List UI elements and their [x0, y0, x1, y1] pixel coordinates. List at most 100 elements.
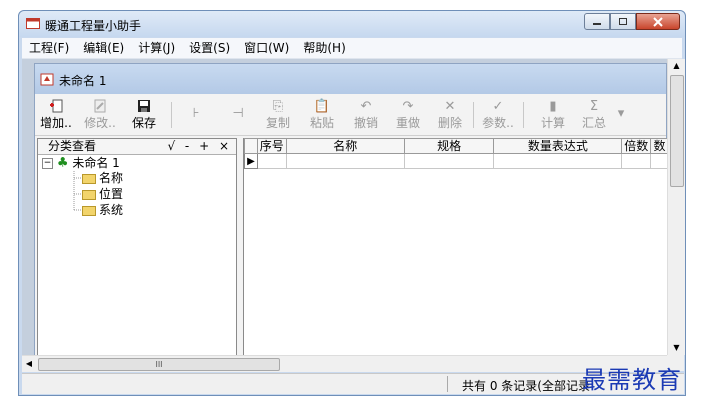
row-indicator-header	[244, 138, 258, 154]
params-label: 参数..	[482, 116, 514, 130]
tree-node-label: 位置	[99, 187, 124, 201]
col-count[interactable]: 数	[650, 138, 669, 154]
tree-node-location[interactable]: 位置	[82, 187, 123, 201]
document-window: 未命名 1 增加.. 修改.. 保存 ⊦ ⊣ ⎘ 复制 📋 粘贴 ↶ 撤销 ↷ …	[34, 63, 669, 371]
hscroll-thumb[interactable]: III	[38, 358, 280, 371]
menu-settings[interactable]: 设置(S)	[182, 38, 237, 58]
grid-cell[interactable]	[403, 153, 495, 169]
document-title: 未命名 1	[59, 74, 107, 88]
calculator-icon: ▮	[549, 99, 557, 114]
records-grid: 序号 名称 规格 数量表达式 倍数 数 ▶	[243, 138, 669, 368]
copy-label: 复制	[265, 116, 290, 130]
maximize-icon	[619, 18, 627, 25]
tree-node-system[interactable]: 系统	[82, 203, 123, 217]
delete-button[interactable]: ✕ 删除	[433, 98, 467, 132]
move-last-button[interactable]: ⊣	[221, 105, 255, 139]
maximize-button[interactable]	[610, 13, 636, 30]
close-icon	[653, 16, 663, 27]
save-icon	[127, 98, 161, 116]
redo-button[interactable]: ↷ 重做	[391, 98, 425, 132]
col-name[interactable]: 名称	[285, 138, 406, 154]
menu-calculate[interactable]: 计算(J)	[131, 38, 182, 58]
add-record-icon	[39, 98, 73, 116]
tree-root-label: 未命名 1	[72, 156, 120, 170]
chevron-down-icon: ▾	[617, 106, 625, 121]
col-seq[interactable]: 序号	[256, 138, 287, 154]
vertical-scrollbar[interactable]: ▲ ▼	[667, 59, 685, 355]
col-quantity-expr[interactable]: 数量表达式	[493, 138, 623, 154]
redo-label: 重做	[395, 116, 420, 130]
add-label: 增加..	[40, 116, 72, 130]
grid-cell[interactable]	[256, 153, 287, 169]
delete-label: 删除	[437, 116, 462, 130]
folder-icon	[82, 205, 96, 216]
menu-project[interactable]: 工程(F)	[22, 38, 76, 58]
toolbar: 增加.. 修改.. 保存 ⊦ ⊣ ⎘ 复制 📋 粘贴 ↶ 撤销 ↷ 重做 ✕ 删…	[35, 95, 666, 136]
grid-cell[interactable]	[621, 153, 652, 169]
scroll-down-icon[interactable]: ▼	[668, 341, 685, 355]
params-button[interactable]: ✓ 参数..	[481, 98, 515, 132]
spellcheck-icon: ✓	[492, 99, 504, 114]
total-button[interactable]: Σ 汇总	[577, 98, 611, 132]
tree-panel-header: 分类查看 √ - + ×	[38, 139, 236, 155]
toolbar-separator	[523, 102, 524, 128]
calc-label: 计算	[540, 116, 565, 130]
redo-icon: ↷	[402, 99, 414, 114]
status-separator	[447, 376, 448, 392]
move-first-icon: ⊦	[192, 106, 200, 121]
undo-button[interactable]: ↶ 撤销	[349, 98, 383, 132]
grid-header-row: 序号 名称 规格 数量表达式 倍数 数	[244, 138, 669, 154]
tree-node-label: 系统	[99, 203, 124, 217]
tree-root-node[interactable]: − ♣ 未命名 1	[42, 156, 120, 171]
title-bar: 暖通工程量小助手	[19, 11, 685, 37]
app-icon	[26, 18, 40, 29]
menu-edit[interactable]: 编辑(E)	[76, 38, 131, 58]
grid-cell[interactable]	[650, 153, 669, 169]
copy-button[interactable]: ⎘ 复制	[261, 98, 295, 132]
tree-panel-title: 分类查看	[48, 139, 97, 153]
toolbar-separator	[171, 102, 172, 128]
folder-icon	[82, 173, 96, 184]
row-pointer-icon: ▶	[244, 153, 258, 169]
move-first-button[interactable]: ⊦	[179, 105, 213, 139]
modify-icon	[83, 98, 117, 116]
move-last-icon: ⊣	[232, 106, 244, 121]
close-button[interactable]	[636, 13, 680, 30]
save-label: 保存	[131, 116, 156, 130]
copy-icon: ⎘	[272, 99, 284, 114]
col-multiple[interactable]: 倍数	[621, 138, 652, 154]
table-row[interactable]: ▶	[244, 153, 669, 169]
save-button[interactable]: 保存	[127, 98, 161, 132]
undo-label: 撤销	[353, 116, 378, 130]
window-controls	[584, 13, 680, 31]
horizontal-scrollbar[interactable]: ◀ III	[22, 355, 667, 372]
tree-panel-controls[interactable]: √ - + ×	[167, 139, 232, 154]
scroll-up-icon[interactable]: ▲	[668, 59, 685, 73]
modify-label: 修改..	[84, 116, 116, 130]
menu-help[interactable]: 帮助(H)	[296, 38, 352, 58]
paste-button[interactable]: 📋 粘贴	[305, 98, 339, 132]
menu-window[interactable]: 窗口(W)	[237, 38, 296, 58]
paste-label: 粘贴	[309, 116, 334, 130]
scroll-left-icon[interactable]: ◀	[22, 356, 36, 372]
grid-cell[interactable]	[493, 153, 623, 169]
scroll-thumb[interactable]	[670, 75, 684, 187]
undo-icon: ↶	[360, 99, 372, 114]
calc-button[interactable]: ▮ 计算	[536, 98, 570, 132]
collapse-icon[interactable]: −	[42, 158, 53, 169]
toolbar-dropdown[interactable]: ▾	[611, 105, 631, 139]
modify-button[interactable]: 修改..	[83, 98, 117, 132]
app-window: 暖通工程量小助手 工程(F) 编辑(E) 计算(J) 设置(S) 窗口(W) 帮…	[18, 10, 686, 396]
delete-icon: ✕	[444, 99, 456, 114]
add-button[interactable]: 增加..	[39, 98, 73, 132]
minimize-button[interactable]	[584, 13, 610, 30]
minimize-icon	[593, 22, 601, 25]
watermark: 最需教育	[582, 366, 682, 394]
grid-cell[interactable]	[285, 153, 406, 169]
total-label: 汇总	[581, 116, 606, 130]
status-record-count: 共有 0 条记录(全部记录	[462, 379, 590, 393]
tree-node-name[interactable]: 名称	[82, 171, 123, 185]
document-icon	[40, 73, 54, 86]
sum-icon: Σ	[589, 99, 599, 114]
col-spec[interactable]: 规格	[403, 138, 495, 154]
